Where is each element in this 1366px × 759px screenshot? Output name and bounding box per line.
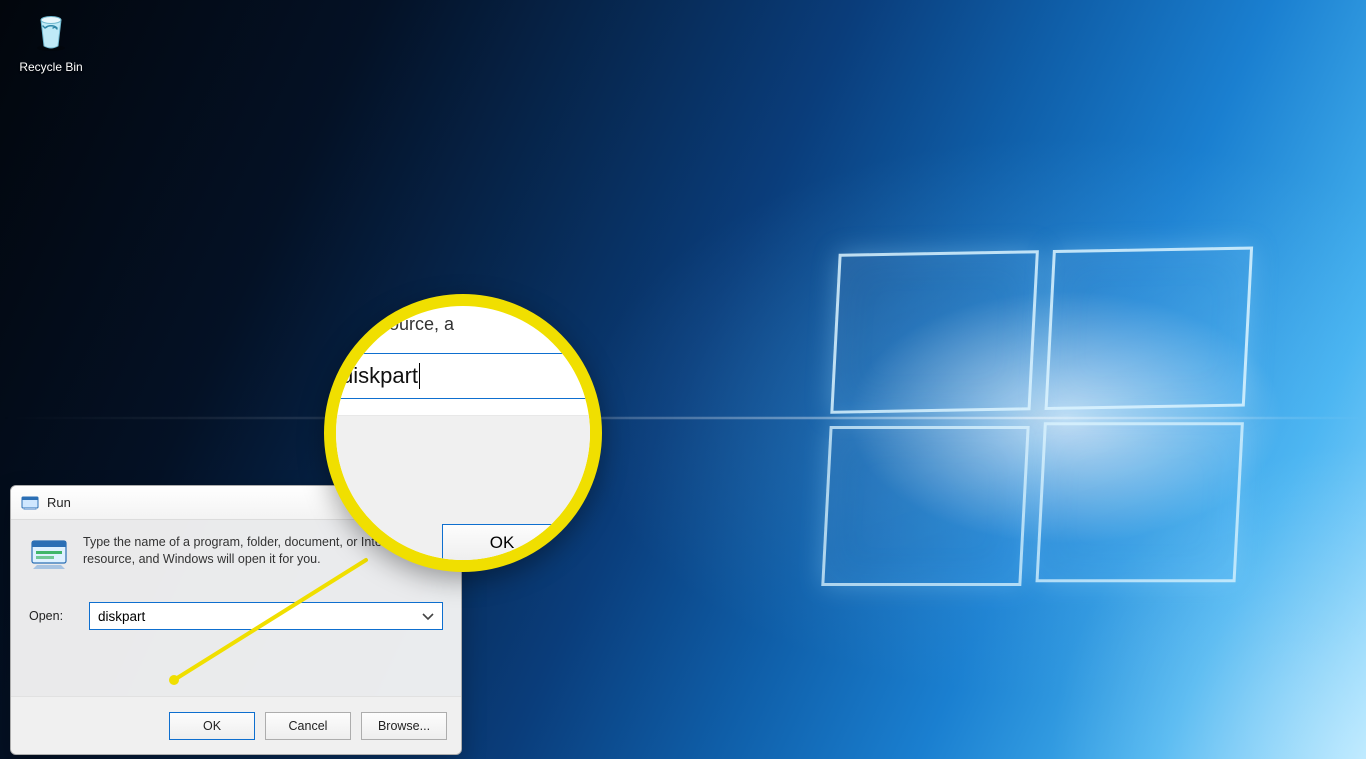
cancel-button[interactable]: Cancel [265, 712, 351, 740]
run-dialog-icon [29, 534, 69, 574]
callout-input-value: diskpart [341, 363, 418, 389]
callout-open-input-zoom: diskpart [332, 353, 590, 399]
callout-ok-button-zoom: OK [442, 524, 562, 562]
callout-cropped-text: et resource, a [336, 306, 590, 341]
magnifier-callout: et resource, a diskpart OK [324, 294, 602, 572]
run-dialog-title: Run [47, 495, 71, 510]
run-open-label: Open: [29, 609, 75, 623]
run-open-combobox[interactable] [89, 602, 443, 630]
desktop-icon-recycle-bin[interactable]: Recycle Bin [10, 2, 92, 74]
windows-light-panes [821, 246, 1269, 593]
run-dialog-button-row: OK Cancel Browse... [11, 696, 461, 754]
desktop-icon-label: Recycle Bin [10, 60, 92, 74]
run-open-input[interactable] [90, 605, 442, 628]
run-icon [21, 494, 39, 512]
recycle-bin-icon [27, 6, 75, 54]
browse-button[interactable]: Browse... [361, 712, 447, 740]
ok-button[interactable]: OK [169, 712, 255, 740]
